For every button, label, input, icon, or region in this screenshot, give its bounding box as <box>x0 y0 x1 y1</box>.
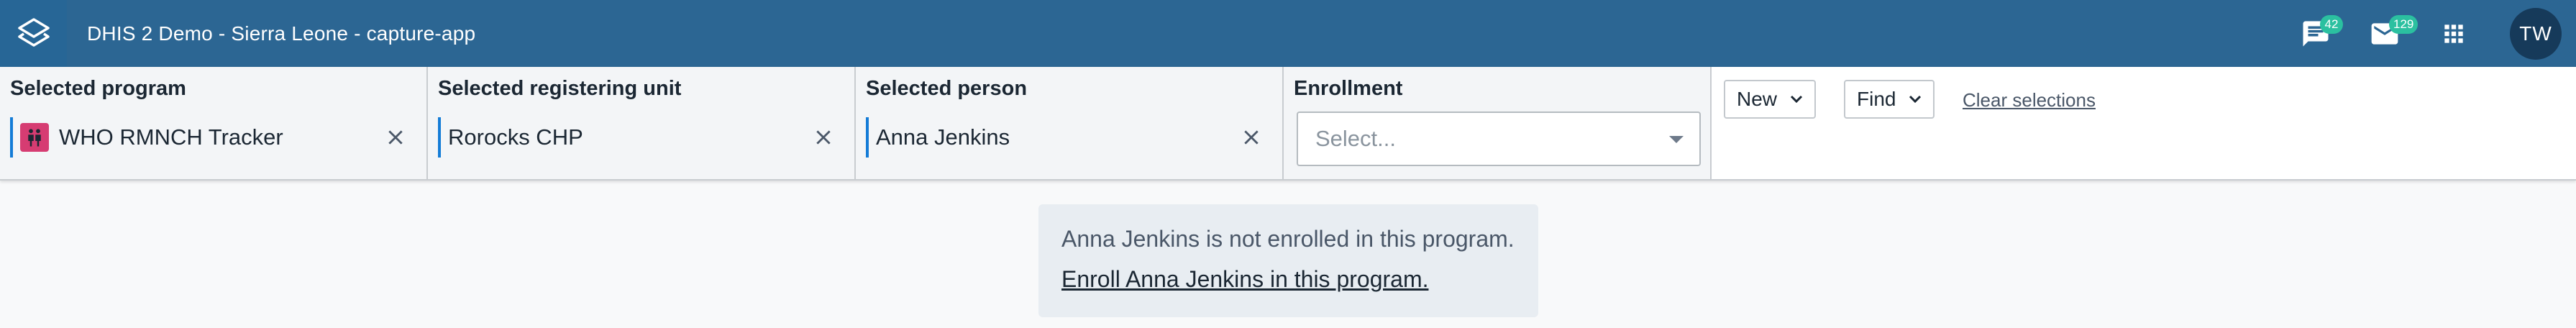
user-avatar[interactable]: TW <box>2510 7 2562 60</box>
context-selector-bar: Selected program WHO RMNCH Tracker Selec… <box>0 67 2576 181</box>
dhis2-logo-icon[interactable] <box>0 0 67 67</box>
chevron-down-icon <box>1790 95 1803 104</box>
apps-menu-button[interactable] <box>2432 12 2475 55</box>
find-button[interactable]: Find <box>1844 80 1935 119</box>
clear-person-button[interactable] <box>1236 122 1267 153</box>
org-unit-label: Selected registering unit <box>438 77 682 100</box>
clear-program-button[interactable] <box>380 122 411 153</box>
new-button-label: New <box>1737 88 1778 110</box>
selected-person-value: Anna Jenkins <box>876 124 1010 150</box>
top-header-bar: DHIS 2 Demo - Sierra Leone - capture-app… <box>0 0 2576 67</box>
person-label: Selected person <box>866 77 1028 100</box>
messages-count-badge: 42 <box>2320 14 2343 34</box>
clear-org-unit-button[interactable] <box>808 122 839 153</box>
apps-grid-icon <box>2444 24 2463 43</box>
enrollment-selector: Enrollment Select... <box>1284 67 1712 179</box>
messages-button[interactable]: 42 <box>2294 12 2343 55</box>
program-selector: Selected program WHO RMNCH Tracker <box>0 67 428 179</box>
selected-org-unit[interactable]: Rorocks CHP <box>438 117 583 158</box>
find-button-label: Find <box>1857 88 1896 110</box>
close-icon <box>1244 130 1259 145</box>
not-enrolled-text: Anna Jenkins is not enrolled in this pro… <box>1061 226 1515 252</box>
new-button[interactable]: New <box>1724 80 1817 119</box>
chevron-down-icon <box>1909 95 1922 104</box>
app-title: DHIS 2 Demo - Sierra Leone - capture-app <box>87 22 476 45</box>
person-selector: Selected person Anna Jenkins <box>856 67 1284 179</box>
enrollment-label: Enrollment <box>1294 77 1403 100</box>
org-unit-selector: Selected registering unit Rorocks CHP <box>428 67 856 179</box>
close-icon <box>388 130 403 145</box>
clear-selections-link[interactable]: Clear selections <box>1963 89 2096 111</box>
interpretations-count-badge: 129 <box>2389 14 2419 34</box>
enrollment-select[interactable]: Select... <box>1297 111 1701 166</box>
close-icon <box>816 130 831 145</box>
family-icon <box>20 123 49 152</box>
enroll-link[interactable]: Enroll Anna Jenkins in this program. <box>1061 266 1428 293</box>
program-label: Selected program <box>10 77 186 100</box>
enrollment-placeholder: Select... <box>1315 126 1396 151</box>
dropdown-caret-icon <box>1669 136 1684 143</box>
selected-person[interactable]: Anna Jenkins <box>866 117 1010 158</box>
interpretations-button[interactable]: 129 <box>2363 12 2419 55</box>
selected-program[interactable]: WHO RMNCH Tracker <box>10 117 283 158</box>
selected-program-value: WHO RMNCH Tracker <box>59 124 283 150</box>
not-enrolled-notice: Anna Jenkins is not enrolled in this pro… <box>1038 204 1538 317</box>
selected-org-unit-value: Rorocks CHP <box>448 124 583 150</box>
